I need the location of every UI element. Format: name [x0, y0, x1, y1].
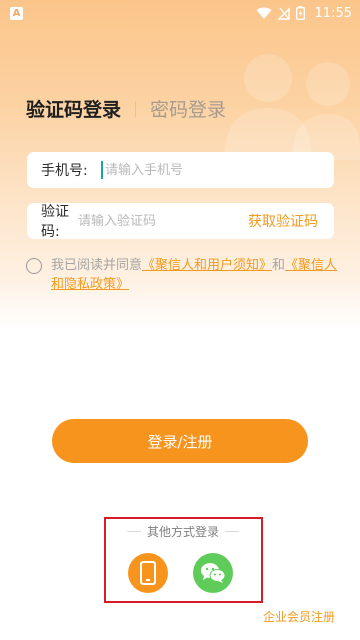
phone-label: 手机号: [41, 163, 88, 179]
agreement-row: 我已阅读并同意《聚信人和用户须知》和《聚信人和隐私政策》 [26, 256, 338, 294]
agreement-conjunction: 和 [272, 258, 286, 273]
agreement-checkbox[interactable] [26, 258, 42, 274]
phone-icon [140, 561, 156, 585]
app-notification-icon: A [10, 6, 23, 20]
code-label: 验证码: [41, 204, 69, 240]
login-register-button[interactable]: 登录/注册 [52, 419, 308, 463]
tab-password-login[interactable]: 密码登录 [150, 95, 226, 122]
agreement-text: 我已阅读并同意《聚信人和用户须知》和《聚信人和隐私政策》 [51, 256, 338, 294]
code-field: 验证码: 获取验证码 [27, 203, 334, 240]
phone-field: 手机号: [27, 152, 334, 188]
enterprise-register-link[interactable]: 企业会员注册 [263, 608, 335, 625]
tab-divider [135, 100, 137, 117]
battery-charging-icon [295, 6, 305, 20]
other-login-label: 其他方式登录 [146, 525, 219, 539]
other-login-title: 其他方式登录 [110, 523, 256, 540]
divider-line [225, 531, 239, 532]
phone-input[interactable] [101, 161, 334, 179]
divider-line [126, 531, 141, 532]
status-time: 11:55 [314, 5, 352, 21]
no-signal-icon [277, 6, 290, 20]
get-code-button[interactable]: 获取验证码 [248, 211, 318, 231]
agreement-prefix: 我已阅读并同意 [51, 258, 143, 273]
tab-sms-login[interactable]: 验证码登录 [26, 95, 121, 122]
phone-login-button[interactable] [128, 553, 168, 593]
login-tabs: 验证码登录 密码登录 [26, 95, 226, 122]
wechat-login-button[interactable] [193, 553, 233, 593]
user-terms-link[interactable]: 《聚信人和用户须知》 [142, 258, 272, 273]
code-input[interactable] [78, 213, 248, 229]
people-illustration [224, 54, 360, 160]
wechat-icon [201, 563, 226, 583]
wifi-icon [256, 7, 272, 19]
status-bar: A 11:55 [0, 0, 360, 26]
